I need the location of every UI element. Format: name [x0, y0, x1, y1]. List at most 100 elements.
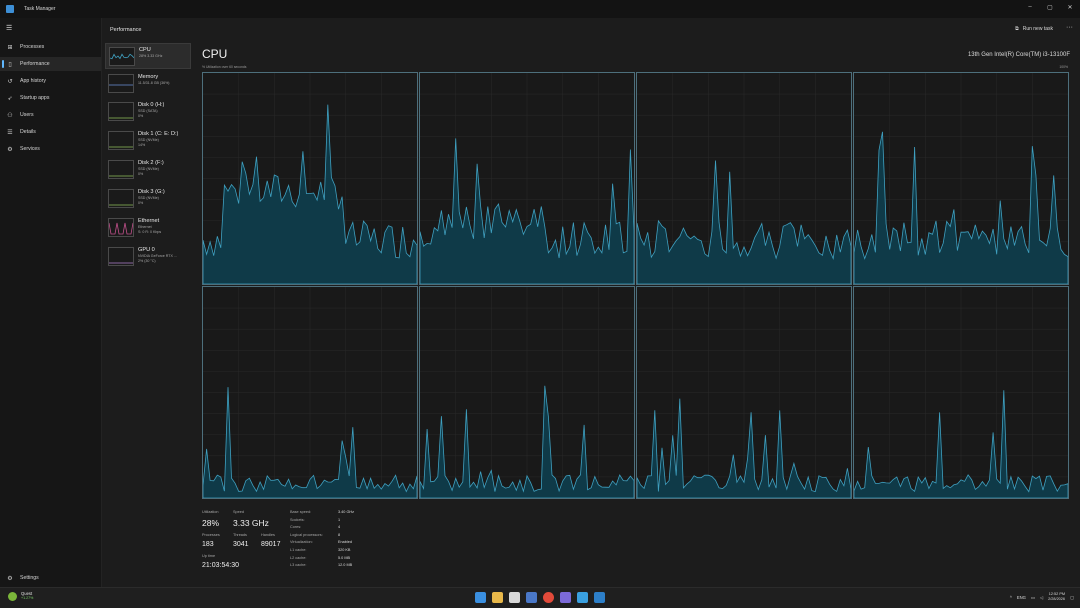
page-title: Performance: [110, 27, 142, 33]
processes-label: Processes: [202, 533, 220, 537]
handles-label: Handles: [261, 533, 275, 537]
sidebar-item-label: Users: [20, 112, 34, 118]
spec-label: Base speed:: [290, 510, 312, 514]
resource-usage: 14%: [138, 143, 146, 147]
active-indicator: [2, 60, 4, 68]
resource-usage: S: 0 R: 0 Kbps: [138, 230, 162, 234]
run-task-label: Run new task: [1022, 26, 1053, 32]
spec-value: 1: [338, 517, 341, 522]
store-icon[interactable]: [509, 592, 520, 603]
resource-thumbnail: [108, 102, 134, 121]
file-explorer-icon[interactable]: [492, 592, 503, 603]
uptime-value: 21:03:54:30: [202, 562, 239, 569]
start-icon[interactable]: [475, 592, 486, 603]
stocks-icon: [8, 591, 17, 601]
sidebar-item-details[interactable]: ☰ Details: [0, 125, 101, 139]
browser-icon[interactable]: [526, 592, 537, 603]
close-button[interactable]: ✕: [1060, 0, 1080, 14]
utilization-value: 28%: [202, 518, 220, 528]
resource-usage: 2% (30 °C): [138, 259, 156, 263]
tray-overflow-icon[interactable]: ^: [1010, 595, 1012, 600]
spec-value: 4: [338, 525, 341, 530]
resource-item-cpu[interactable]: CPU 28% 3.33 GHz: [105, 43, 191, 69]
sidebar-item-startup-apps[interactable]: ➶ Startup apps: [0, 91, 101, 105]
startup-icon: ➶: [7, 95, 13, 102]
resource-name: Disk 1 (C: E: D:): [138, 131, 179, 137]
volume-icon[interactable]: ◁: [1040, 595, 1043, 600]
language-indicator[interactable]: ENG: [1017, 595, 1026, 600]
cpu-core-graph-3: [853, 72, 1069, 285]
sidebar-item-settings[interactable]: ⚙ Settings: [0, 571, 101, 585]
resource-name: GPU 0: [138, 247, 155, 253]
spec-label: L3 cache:: [290, 563, 307, 568]
spec-value: 8: [338, 532, 341, 537]
window-controls: – ▢ ✕: [1020, 0, 1080, 14]
spec-label: L2 cache:: [290, 555, 307, 560]
resource-usage: 0%: [138, 201, 144, 205]
content-area: Performance ⧉ Run new task ··· CPU 28% 3.…: [101, 18, 1080, 587]
threads-label: Threads: [233, 533, 247, 537]
spec-label: Sockets:: [290, 517, 305, 522]
cpu-stats: Utilization 28% Speed 3.33 GHz Processes…: [202, 510, 602, 580]
cpu-heading: CPU: [202, 47, 228, 61]
resource-item-disk-0-h[interactable]: Disk 0 (H:) SSD (SATA) 0%: [105, 99, 191, 125]
cpu-core-graph-1: [419, 72, 635, 285]
sidebar-nav: ☰ ⊞ Processes ▯ Performance ↺ App history ➶ Sta…: [0, 18, 101, 587]
details-icon: ☰: [7, 129, 13, 136]
network-icon[interactable]: ▭: [1031, 595, 1035, 600]
threads-value: 3041: [233, 541, 249, 548]
sidebar-item-label: Details: [20, 129, 36, 135]
sidebar-item-label: Settings: [20, 575, 39, 581]
window-title: Task Manager: [24, 6, 56, 12]
weather-widget[interactable]: Quest +1.27%: [8, 591, 33, 601]
spec-value: 5.0 MB: [338, 555, 351, 560]
resource-item-ethernet[interactable]: Ethernet Ethernet S: 0 R: 0 Kbps: [105, 215, 191, 241]
resource-item-disk-2-f[interactable]: Disk 2 (F:) SSD (NVMe) 0%: [105, 157, 191, 183]
resource-item-gpu-0[interactable]: GPU 0 NVIDIA GeForce RTX ... 2% (30 °C): [105, 244, 191, 270]
resource-name: Ethernet: [138, 218, 160, 224]
resource-name: Memory: [138, 74, 159, 80]
hamburger-icon[interactable]: ☰: [6, 24, 12, 32]
handles-value: 89017: [261, 541, 281, 548]
clock-date: 2/28/2026: [1048, 597, 1066, 601]
uptime-label: Up time: [202, 554, 216, 558]
sidebar-item-label: Performance: [20, 61, 50, 67]
clock[interactable]: 12:52 PM 2/28/2026: [1048, 592, 1065, 602]
processes-icon: ⊞: [7, 44, 13, 51]
taskbar: Quest +1.27% ^ ENG ▭ ◁ 12:52 PM 2/28/202…: [0, 587, 1080, 608]
resource-item-disk-3-g[interactable]: Disk 3 (G:) SSD (NVMe) 0%: [105, 186, 191, 212]
cpu-core-graphs: [202, 72, 1071, 501]
resource-item-disk-1-c-e-d[interactable]: Disk 1 (C: E: D:) SSD (NVMe) 14%: [105, 128, 191, 154]
sidebar-item-label: Startup apps: [20, 95, 50, 101]
resource-item-memory[interactable]: Memory 11.5/31.8 GB (36%): [105, 71, 191, 97]
run-new-task-button[interactable]: ⧉ Run new task: [1015, 26, 1053, 32]
sidebar-item-performance[interactable]: ▯ Performance: [0, 57, 101, 71]
sidebar-item-processes[interactable]: ⊞ Processes: [0, 40, 101, 54]
title-bar: Task Manager – ▢ ✕: [0, 0, 1080, 18]
resource-detail: 11.5/31.8 GB (36%): [138, 81, 170, 85]
more-options-button[interactable]: ···: [1066, 24, 1073, 31]
minimize-button[interactable]: –: [1020, 0, 1040, 14]
chrome-icon[interactable]: [543, 592, 554, 603]
utilization-axis-label: % Utilization over 60 seconds: [202, 65, 247, 69]
cpu-core-graph-4: [202, 286, 418, 499]
discord-icon[interactable]: [560, 592, 571, 603]
resource-name: Disk 2 (F:): [138, 160, 164, 166]
app-icon[interactable]: [577, 592, 588, 603]
resource-thumbnail: [108, 160, 134, 179]
spec-value: 320 KB: [338, 548, 351, 552]
spec-value: 3.40 GHz: [338, 510, 355, 514]
spec-label: Virtualization:: [290, 540, 313, 545]
sidebar-item-users[interactable]: ⚇ Users: [0, 108, 101, 122]
sidebar-item-app-history[interactable]: ↺ App history: [0, 74, 101, 88]
cpu-core-graph-6: [636, 286, 852, 499]
notifications-icon[interactable]: ▢: [1070, 595, 1074, 600]
resource-detail: 28% 3.33 GHz: [139, 54, 163, 58]
resource-usage: 0%: [138, 172, 144, 176]
maximize-button[interactable]: ▢: [1040, 0, 1060, 14]
resource-thumbnail: [108, 218, 134, 237]
task-manager-taskbar-icon[interactable]: [594, 592, 605, 603]
cpu-core-graph-5: [419, 286, 635, 499]
sidebar-item-services[interactable]: ⚙ Services: [0, 142, 101, 156]
utilization-max-label: 100%: [1059, 65, 1068, 69]
